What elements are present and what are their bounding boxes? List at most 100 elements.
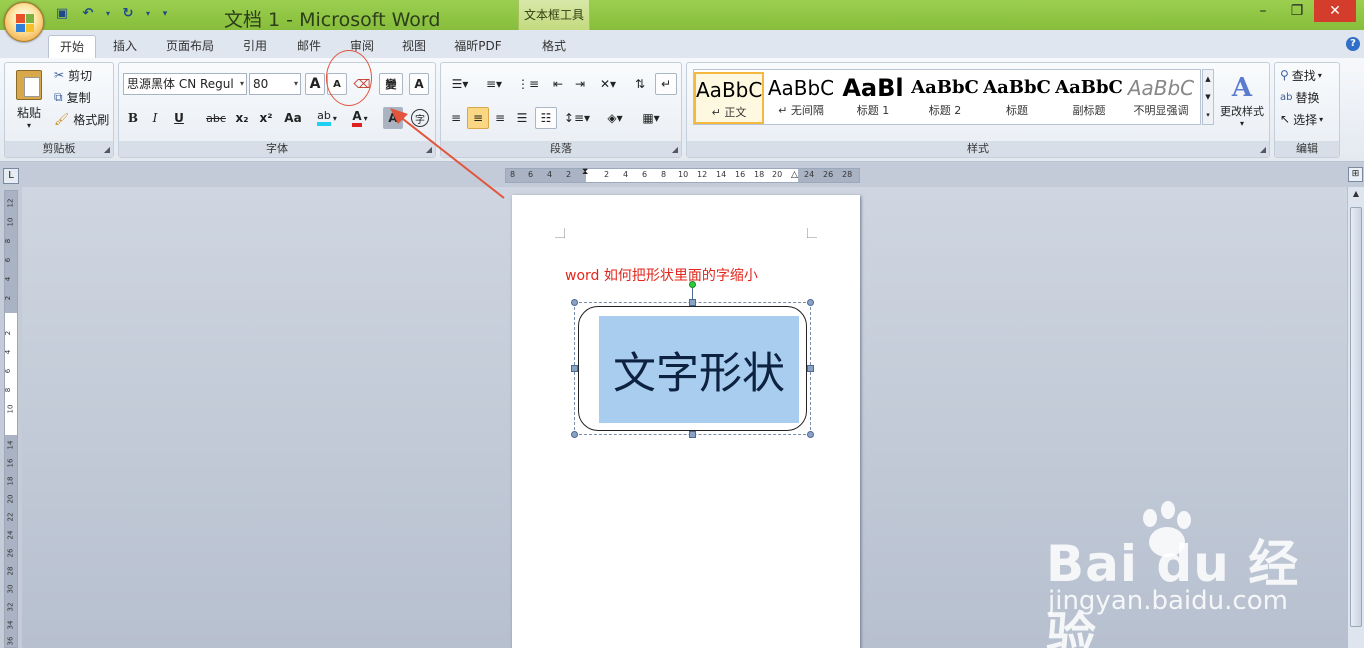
tab-foxit-pdf[interactable]: 福昕PDF — [448, 35, 508, 58]
change-case-button[interactable]: Aa — [279, 107, 307, 129]
document-page[interactable]: word 如何把形状里面的字缩小 文字形状 — [512, 195, 860, 648]
resize-handle-ne[interactable] — [807, 299, 814, 306]
superscript-button[interactable]: x² — [255, 107, 277, 129]
tab-insert[interactable]: 插入 — [104, 35, 146, 58]
change-styles-button[interactable]: A 更改样式 ▾ — [1217, 67, 1267, 133]
subscript-button[interactable]: x₂ — [231, 107, 253, 129]
resize-handle-se[interactable] — [807, 431, 814, 438]
style-subtle-emphasis[interactable]: AaBbC 不明显强调 — [1126, 72, 1196, 124]
style-name: 标题 — [1006, 104, 1028, 117]
redo-icon[interactable]: ↻ — [118, 5, 138, 23]
scroll-up-arrow-icon[interactable]: ▲ — [1350, 189, 1362, 201]
paint-bucket-icon: ◈▾ — [607, 111, 623, 125]
style-preview: AaBbC — [696, 78, 762, 102]
borders-button[interactable]: ▦▾ — [635, 107, 667, 129]
shape-text[interactable]: 文字形状 — [599, 316, 799, 423]
scroll-down-icon[interactable]: ▼ — [1203, 88, 1213, 106]
right-indent-marker-icon[interactable]: △ — [791, 170, 798, 180]
select-button[interactable]: ↖ 选择 ▾ — [1279, 109, 1337, 129]
tab-view[interactable]: 视图 — [393, 35, 435, 58]
font-size-dropdown[interactable]: 80 ▾ — [249, 73, 301, 95]
ribbon-tabs: 开始 插入 页面布局 引用 邮件 审阅 视图 福昕PDF 格式 ? — [0, 30, 1364, 58]
scroll-up-icon[interactable]: ▲ — [1203, 70, 1213, 88]
underline-button[interactable]: U — [167, 107, 191, 129]
find-button[interactable]: ⚲ 查找 ▾ — [1279, 65, 1337, 85]
tab-home[interactable]: 开始 — [48, 35, 96, 58]
phonetic-guide-button[interactable]: 變 — [379, 73, 403, 95]
horizontal-ruler[interactable]: 8 6 4 2 ⧗ 2 4 6 8 10 12 14 16 18 20 △ 24… — [505, 167, 860, 183]
vertical-scrollbar[interactable]: ▲ — [1347, 187, 1364, 648]
tab-references[interactable]: 引用 — [234, 35, 276, 58]
bold-button[interactable]: B — [123, 107, 143, 129]
style-no-spacing[interactable]: AaBbC ↵ 无间隔 — [766, 72, 836, 124]
tab-format[interactable]: 格式 — [532, 35, 576, 58]
ruler-number: 12 — [6, 198, 15, 208]
show-marks-button[interactable]: ↵ — [655, 73, 677, 95]
font-color-button[interactable]: A ▾ — [345, 107, 375, 129]
more-styles-icon[interactable]: ▾ — [1203, 106, 1213, 124]
cut-button[interactable]: ✂ 剪切 — [53, 65, 111, 85]
style-title[interactable]: AaBbC 标题 — [982, 72, 1052, 124]
increase-indent-button[interactable]: ⇥ — [569, 73, 591, 95]
redo-dropdown-icon[interactable]: ▾ — [144, 5, 152, 23]
rounded-rectangle-shape[interactable]: 文字形状 — [578, 306, 807, 431]
replace-icon: ab — [1280, 91, 1293, 103]
strikethrough-button[interactable]: abc — [203, 107, 229, 129]
clipboard-launcher-icon[interactable]: ◢ — [104, 145, 110, 154]
office-button[interactable] — [4, 2, 44, 42]
minimize-button[interactable]: – — [1246, 0, 1280, 22]
help-icon[interactable]: ? — [1346, 37, 1360, 51]
resize-handle-nw[interactable] — [571, 299, 578, 306]
binoculars-icon: ⚲ — [1280, 68, 1289, 82]
style-subtitle[interactable]: AaBbC 副标题 — [1054, 72, 1124, 124]
font-name-dropdown[interactable]: 思源黑体 CN Regul ▾ — [123, 73, 247, 95]
customize-qat-icon[interactable]: ▾ — [158, 5, 172, 23]
text-shape-selection[interactable]: 文字形状 — [571, 281, 814, 438]
style-heading-2[interactable]: AaBbC 标题 2 — [910, 72, 980, 124]
grow-font-button[interactable]: A — [305, 73, 325, 95]
replace-button[interactable]: ab 替换 — [1279, 87, 1337, 107]
paragraph-launcher-icon[interactable]: ◢ — [672, 145, 678, 154]
resize-handle-n[interactable] — [689, 299, 696, 306]
resize-handle-s[interactable] — [689, 431, 696, 438]
tab-page-layout[interactable]: 页面布局 — [158, 35, 222, 58]
style-heading-1[interactable]: AaBl 标题 1 — [838, 72, 908, 124]
replace-label: 替换 — [1295, 90, 1320, 105]
undo-dropdown-icon[interactable]: ▾ — [104, 5, 112, 23]
copy-button[interactable]: ⧉ 复制 — [53, 87, 111, 107]
numbering-icon: ≡▾ — [485, 77, 503, 91]
italic-button[interactable]: I — [145, 107, 165, 129]
paste-label: 粘贴 — [16, 106, 41, 120]
highlight-button[interactable]: ab ▾ — [311, 107, 343, 129]
undo-icon[interactable]: ↶ — [78, 5, 98, 23]
scroll-thumb[interactable] — [1350, 207, 1362, 627]
decrease-indent-button[interactable]: ⇤ — [547, 73, 569, 95]
styles-launcher-icon[interactable]: ◢ — [1260, 145, 1266, 154]
cursor-icon: ↖ — [1280, 112, 1291, 126]
distributed-button[interactable]: ☷ — [535, 107, 557, 129]
resize-handle-e[interactable] — [807, 365, 814, 372]
character-border-button[interactable]: A — [409, 73, 429, 95]
chinese-layout-button[interactable]: ✕▾ — [593, 73, 623, 95]
vertical-ruler[interactable]: 12 10 8 6 4 2 2 4 6 8 10 14 16 18 20 22 … — [4, 190, 18, 648]
style-normal[interactable]: AaBbC ↵ 正文 — [694, 72, 764, 124]
view-ruler-icon[interactable]: ⊞ — [1348, 167, 1363, 182]
sort-button[interactable]: ⇅ — [629, 73, 651, 95]
close-button[interactable]: ✕ — [1314, 0, 1356, 22]
paste-button[interactable]: 粘贴 ▾ — [9, 65, 49, 135]
multilevel-list-button[interactable]: ⋮≡ — [513, 73, 543, 95]
shading-button[interactable]: ◈▾ — [599, 107, 631, 129]
tab-mailings[interactable]: 邮件 — [288, 35, 330, 58]
line-spacing-button[interactable]: ↕≡▾ — [561, 107, 593, 129]
rotation-handle[interactable] — [689, 281, 696, 288]
numbering-button[interactable]: ≡▾ — [479, 73, 509, 95]
bullets-button[interactable]: ☰▾ — [445, 73, 475, 95]
first-line-indent-marker-icon[interactable]: ⧗ — [582, 167, 588, 177]
maximize-button[interactable]: ❐ — [1280, 0, 1314, 22]
resize-handle-w[interactable] — [571, 365, 578, 372]
tab-selector-icon[interactable]: L — [3, 168, 19, 184]
format-painter-button[interactable]: 🖌 格式刷 — [53, 109, 111, 129]
document-heading[interactable]: word 如何把形状里面的字缩小 — [565, 265, 758, 285]
resize-handle-sw[interactable] — [571, 431, 578, 438]
save-icon[interactable]: ▣ — [52, 5, 72, 23]
